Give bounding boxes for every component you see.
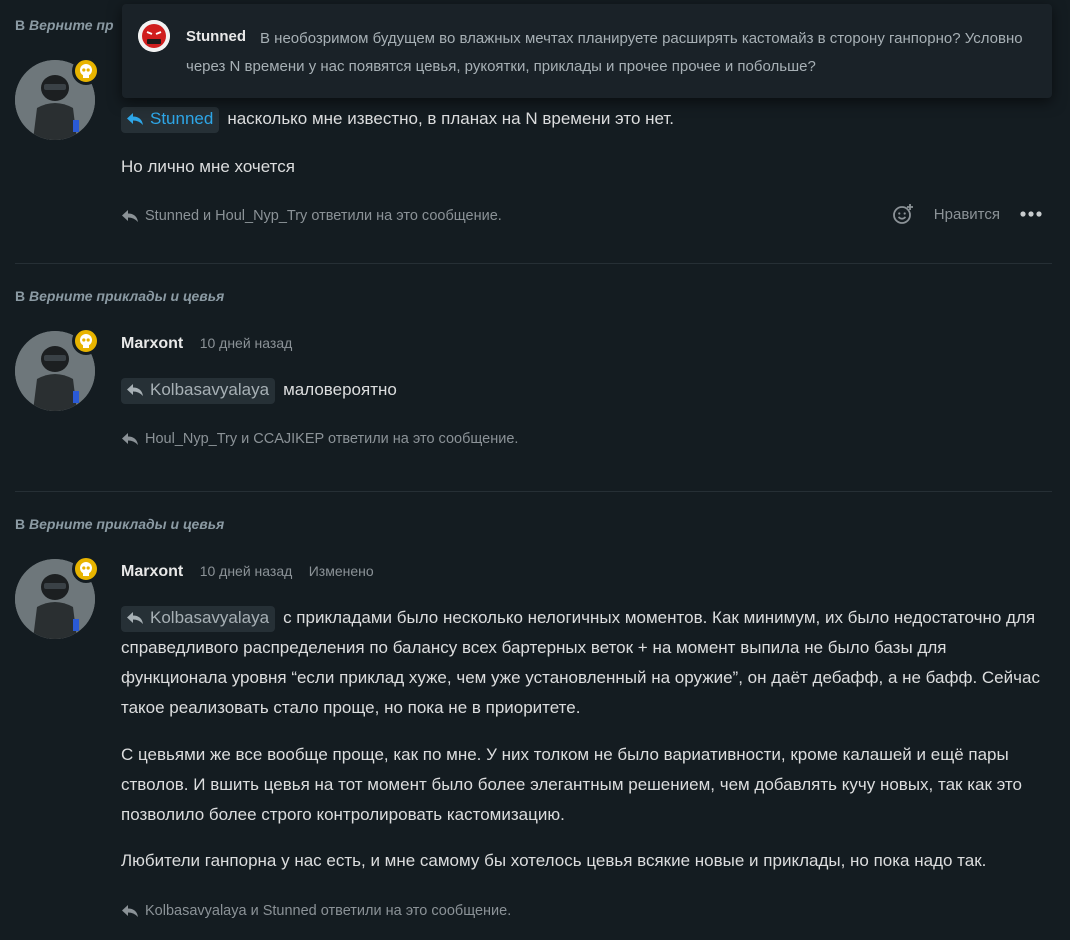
replies-line[interactable]: Stunned и Houl_Nyp_Try ответили на это с… [121,208,502,224]
quote-popup[interactable]: Stunned В необозримом будущем во влажных… [122,4,1052,98]
reply-arrow-icon [122,210,138,222]
skull-badge [72,57,100,85]
mention-link[interactable]: Stunned [121,106,220,133]
replies-text: Stunned и Houl_Nyp_Try ответили на это с… [145,208,502,224]
replies-text: Houl_Nyp_Try и CCAJIKEP ответили на это … [145,431,519,447]
post-body: Kolbasavyalaya маловероятно [121,375,1051,405]
author-name[interactable]: Marxont [121,335,183,352]
skull-icon [80,562,92,576]
post-divider [15,491,1052,492]
post-header: Marxont 10 дней назад [121,335,292,353]
topic-name: Верните пр [29,17,114,33]
replies-text: Kolbasavyalaya и Stunned ответили на это… [145,903,512,919]
post-paragraph: С цевьями же все вообще проще, как по мн… [121,745,1022,824]
add-reaction-icon[interactable] [892,203,914,225]
reply-arrow-icon [122,905,138,917]
reply-arrow-icon [122,433,138,445]
author-name[interactable]: Marxont [121,563,183,580]
topic-prefix: В [15,288,26,304]
topic-line[interactable]: В Верните приклады и цевья [15,516,224,532]
popup-avatar [138,20,170,52]
mention-link[interactable]: Kolbasavyalaya [121,377,276,404]
post-paragraph-2: С цевьями же все вообще проще, как по мн… [121,740,1051,830]
post-paragraph: насколько мне известно, в планах на N вр… [227,109,675,128]
post-paragraph: Но лично мне хочется [121,157,295,176]
post-paragraph: маловероятно [283,380,397,399]
replies-line[interactable]: Houl_Nyp_Try и CCAJIKEP ответили на это … [121,431,518,447]
mention-link[interactable]: Kolbasavyalaya [121,605,276,632]
skull-badge [72,555,100,583]
post-header: Marxont 10 дней назад Изменено [121,563,374,581]
post-actions: Нравится [892,203,1042,225]
post-divider [15,263,1052,264]
topic-line[interactable]: В Верните приклады и цевья [15,288,224,304]
mention-name: Kolbasavyalaya [150,607,270,627]
like-button[interactable]: Нравится [934,206,1000,223]
red-mascot-avatar-image [138,20,170,52]
post-time[interactable]: 10 дней назад [200,563,293,579]
more-options-icon[interactable] [1020,211,1042,217]
skull-icon [80,64,92,78]
reply-arrow-icon [127,112,143,125]
reply-arrow-icon [127,611,143,624]
mention-name: Stunned [150,108,214,128]
mention-name: Kolbasavyalaya [150,379,270,399]
post-body: Kolbasavyalaya с прикладами было несколь… [121,603,1051,723]
skull-badge [72,327,100,355]
topic-line[interactable]: В Верните пр [15,17,114,33]
post-paragraph-3: Любители ганпорна у нас есть, и мне само… [121,846,1051,876]
topic-prefix: В [15,17,26,33]
edited-link[interactable]: Изменено [309,563,374,579]
topic-name: Верните приклады и цевья [29,288,225,304]
reply-arrow-icon [127,383,143,396]
post-paragraph: Любители ганпорна у нас есть, и мне само… [121,851,987,870]
skull-icon [80,334,92,348]
replies-line[interactable]: Kolbasavyalaya и Stunned ответили на это… [121,903,511,919]
topic-prefix: В [15,516,26,532]
popup-text: В необозримом будущем во влажных мечтах … [186,30,1023,75]
post-body: Stunned насколько мне известно, в планах… [121,104,1051,134]
topic-name: Верните приклады и цевья [29,516,225,532]
post-paragraph-2: Но лично мне хочется [121,152,1051,182]
post-time[interactable]: 10 дней назад [200,335,293,351]
